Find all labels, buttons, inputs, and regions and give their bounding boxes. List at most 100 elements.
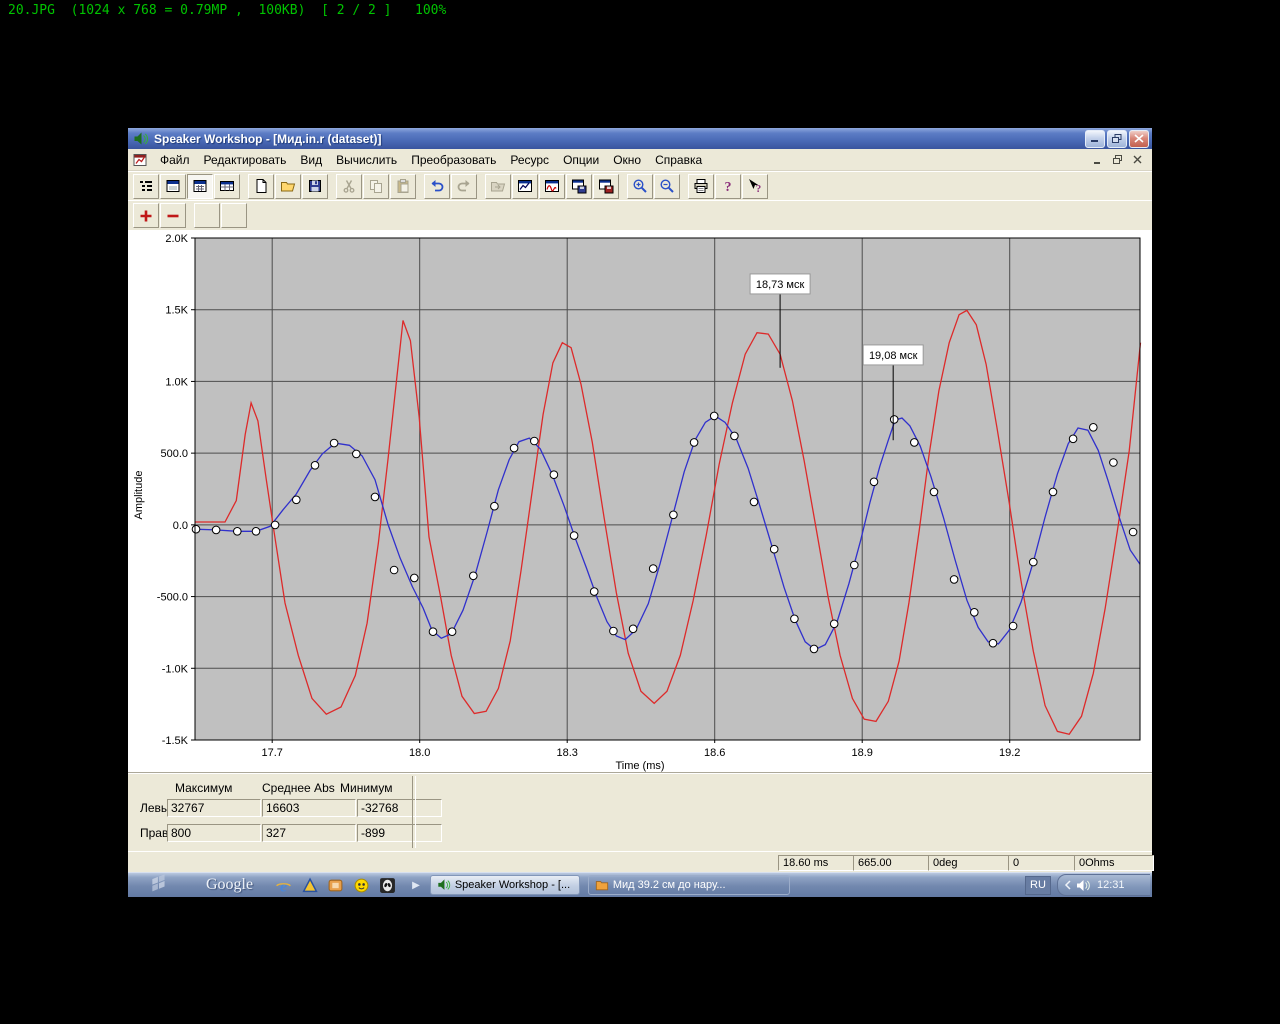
mdi-close-button[interactable] xyxy=(1129,153,1146,167)
data-point-marker xyxy=(1090,424,1098,432)
task-button-label: Мид 39.2 см до нару... xyxy=(613,879,726,891)
menu-item[interactable]: Вид xyxy=(293,151,329,169)
grid-view-button[interactable] xyxy=(187,174,213,199)
data-point-marker xyxy=(830,620,838,628)
status-index: 0 xyxy=(1008,855,1078,871)
x-tick-label: 18.9 xyxy=(851,747,872,759)
google-toolbar-label[interactable]: Google xyxy=(206,876,253,894)
cells-view-button[interactable] xyxy=(214,174,240,199)
clock[interactable]: 12:31 xyxy=(1097,879,1125,891)
task-button[interactable]: Мид 39.2 см до нару... xyxy=(588,875,790,895)
stats-panel: МаксимумСреднее AbsМинимумЛевый327671660… xyxy=(128,772,1152,851)
quick-launch-qip[interactable] xyxy=(353,877,370,894)
data-point-marker xyxy=(731,432,739,440)
menu-item[interactable]: Окно xyxy=(606,151,648,169)
new-button[interactable] xyxy=(248,174,274,199)
stats-column-header: Минимум xyxy=(340,781,393,795)
stats-column-header: Максимум xyxy=(175,781,232,795)
tree-view-icon xyxy=(138,178,154,194)
zoom-in-button[interactable] xyxy=(627,174,653,199)
export-data-button[interactable] xyxy=(593,174,619,199)
patch-app-icon xyxy=(327,877,344,894)
datasheet-view-button[interactable] xyxy=(160,174,186,199)
panel-divider xyxy=(412,776,416,848)
data-point-marker xyxy=(411,574,419,582)
menu-item[interactable]: Файл xyxy=(153,151,197,169)
help-button[interactable]: ? xyxy=(715,174,741,199)
paste-button[interactable] xyxy=(390,174,416,199)
print-button[interactable] xyxy=(688,174,714,199)
data-point-marker xyxy=(911,439,919,447)
open-button[interactable] xyxy=(275,174,301,199)
restore-button[interactable] xyxy=(1107,130,1127,148)
quick-launch-alien-app[interactable] xyxy=(379,877,396,894)
tray-collapse-chevron-icon[interactable] xyxy=(1064,880,1072,890)
stats-value-field: 800 xyxy=(167,824,261,842)
menu-item[interactable]: Ресурс xyxy=(503,151,556,169)
remove-button[interactable] xyxy=(160,203,186,228)
y-tick-label: 500.0 xyxy=(160,448,188,460)
quick-launch-patch-app[interactable] xyxy=(327,877,344,894)
dataset-chart[interactable]: 17.718.018.318.618.919.22.0K1.5K1.0K500.… xyxy=(128,230,1152,772)
menu-item[interactable]: Преобразовать xyxy=(404,151,503,169)
undo-button[interactable] xyxy=(424,174,450,199)
quick-launch-expand-chevron[interactable]: ▶ xyxy=(412,880,420,891)
context-help-button[interactable]: ? xyxy=(742,174,768,199)
quick-launch-delta-app[interactable] xyxy=(301,877,318,894)
data-point-marker xyxy=(311,462,319,470)
data-point-marker xyxy=(448,628,456,636)
spare-button-1[interactable] xyxy=(194,203,220,228)
viewer-background: 20.JPG (1024 x 768 = 0.79MP , 100KB) [ 2… xyxy=(0,0,1280,1024)
data-point-marker xyxy=(690,439,698,447)
menu-item[interactable]: Опции xyxy=(556,151,606,169)
import-folder-icon xyxy=(490,178,506,194)
data-point-marker xyxy=(810,645,818,653)
zoom-out-button[interactable] xyxy=(654,174,680,199)
x-tick-label: 18.0 xyxy=(409,747,430,759)
windows-flag-icon[interactable] xyxy=(150,873,168,898)
add-button[interactable] xyxy=(133,203,159,228)
quick-launch-bar: e xyxy=(275,877,396,894)
chart-compare-button[interactable] xyxy=(539,174,565,199)
quick-launch-ie[interactable]: e xyxy=(275,877,292,894)
export-chart-button[interactable] xyxy=(566,174,592,199)
speaker-icon xyxy=(133,131,149,147)
window-cells-icon xyxy=(219,178,235,194)
remove-icon xyxy=(165,208,181,224)
language-indicator[interactable]: RU xyxy=(1025,876,1051,895)
app-icon xyxy=(133,131,149,147)
x-tick-label: 19.2 xyxy=(999,747,1020,759)
y-tick-label: -500.0 xyxy=(157,592,188,604)
tree-view-button[interactable] xyxy=(133,174,159,199)
import-button[interactable] xyxy=(485,174,511,199)
menu-item[interactable]: Справка xyxy=(648,151,709,169)
minimize-button[interactable] xyxy=(1085,130,1105,148)
svg-text:?: ? xyxy=(725,180,732,194)
copy-button[interactable] xyxy=(363,174,389,199)
spare-button-2[interactable] xyxy=(221,203,247,228)
mdi-minimize-button[interactable] xyxy=(1089,153,1106,167)
redo-button[interactable] xyxy=(451,174,477,199)
menu-item[interactable]: Вычислить xyxy=(329,151,404,169)
title-bar[interactable]: Speaker Workshop - [Мид.in.r (dataset)] xyxy=(128,128,1152,149)
chart-view-button[interactable] xyxy=(512,174,538,199)
alien-app-icon xyxy=(379,877,396,894)
task-button-active[interactable]: Speaker Workshop - [... xyxy=(430,875,580,895)
delta-app-icon xyxy=(301,877,318,894)
window-grid-icon xyxy=(192,178,208,194)
cut-button[interactable] xyxy=(336,174,362,199)
plot-area[interactable] xyxy=(195,238,1140,740)
volume-icon[interactable] xyxy=(1076,879,1091,892)
dataset-doc-icon xyxy=(132,152,148,168)
data-point-marker xyxy=(1110,459,1118,467)
task-button-label: Speaker Workshop - [... xyxy=(455,879,570,891)
menu-item[interactable]: Редактировать xyxy=(197,151,294,169)
status-bar: 18.60 ms665.000deg00Ohms xyxy=(128,851,1152,872)
stats-value-field: 32767 xyxy=(167,799,261,817)
taskbar: Google e ▶ Speaker Workshop - [... Мид 39… xyxy=(128,872,1152,897)
data-point-marker xyxy=(670,511,678,519)
mdi-restore-button[interactable] xyxy=(1109,153,1126,167)
close-button[interactable] xyxy=(1129,130,1149,148)
system-tray: 12:31 xyxy=(1057,874,1150,896)
save-button[interactable] xyxy=(302,174,328,199)
